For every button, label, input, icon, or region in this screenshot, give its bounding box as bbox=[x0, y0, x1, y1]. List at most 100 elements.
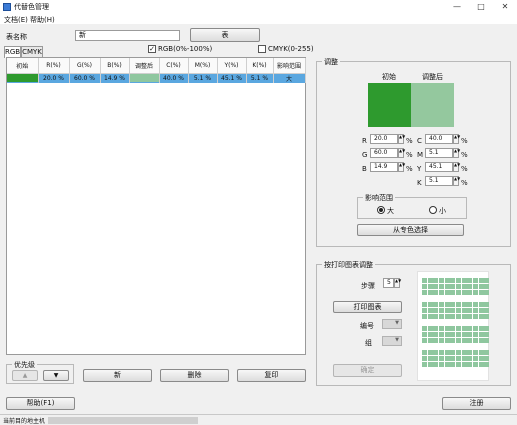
k-field[interactable]: 5.1 bbox=[425, 176, 453, 186]
col-k[interactable]: K(%) bbox=[246, 58, 274, 74]
b-spinner[interactable]: ▲▼ bbox=[398, 162, 405, 172]
chart-swatch bbox=[461, 326, 467, 331]
range-large-radio[interactable] bbox=[377, 206, 385, 214]
close-button[interactable]: ✕ bbox=[493, 1, 517, 13]
chart-swatch bbox=[439, 284, 444, 289]
chart-swatch bbox=[461, 362, 467, 367]
chart-swatch bbox=[444, 338, 450, 343]
tab-cmyk[interactable]: CMYK bbox=[21, 46, 43, 57]
confirm-button[interactable]: 确定 bbox=[333, 364, 402, 377]
chart-swatch bbox=[478, 278, 484, 283]
chart-swatch bbox=[427, 350, 433, 355]
k-spinner[interactable]: ▲▼ bbox=[453, 176, 460, 186]
chart-swatch bbox=[433, 326, 438, 331]
chart-swatch bbox=[456, 350, 461, 355]
col-r[interactable]: R(%) bbox=[38, 58, 70, 74]
c-pct: % bbox=[461, 137, 468, 145]
col-g[interactable]: G(%) bbox=[69, 58, 101, 74]
print-adjust-title: 按打印图表调整 bbox=[322, 260, 375, 270]
copy-button[interactable]: 复印 bbox=[237, 369, 306, 382]
chart-swatch bbox=[444, 290, 450, 295]
row-initial-swatch bbox=[7, 73, 39, 83]
menu-help[interactable]: 帮助(H) bbox=[30, 15, 55, 25]
minimize-button[interactable]: — bbox=[445, 1, 469, 13]
col-b[interactable]: B(%) bbox=[100, 58, 130, 74]
cmyk-checkbox[interactable] bbox=[258, 45, 266, 53]
priority-up-button[interactable]: ▲ bbox=[12, 370, 38, 381]
col-range[interactable]: 影响范围 bbox=[273, 58, 306, 74]
m-spinner[interactable]: ▲▼ bbox=[453, 148, 460, 158]
b-field[interactable]: 14.9 bbox=[370, 162, 398, 172]
chart-swatch bbox=[473, 350, 478, 355]
c-field[interactable]: 40.0 bbox=[425, 134, 453, 144]
m-field[interactable]: 5.1 bbox=[425, 148, 453, 158]
r-spinner[interactable]: ▲▼ bbox=[398, 134, 405, 144]
table-row[interactable]: 20.0 % 60.0 % 14.9 % 40.0 % 5.1 % 45.1 %… bbox=[7, 73, 306, 83]
step-spinner[interactable]: ▲▼ bbox=[394, 278, 401, 288]
print-chart-preview bbox=[417, 271, 489, 381]
chart-swatch bbox=[444, 284, 450, 289]
chart-swatch bbox=[461, 308, 467, 313]
range-small-radio[interactable] bbox=[429, 206, 437, 214]
chart-swatch bbox=[467, 308, 472, 313]
priority-down-button[interactable]: ▼ bbox=[43, 370, 69, 381]
chart-swatch bbox=[427, 338, 433, 343]
chart-swatch bbox=[433, 338, 438, 343]
chart-swatch bbox=[433, 284, 438, 289]
r-field[interactable]: 20.0 bbox=[370, 134, 398, 144]
g-spinner[interactable]: ▲▼ bbox=[398, 148, 405, 158]
new-button[interactable]: 新 bbox=[83, 369, 152, 382]
delete-button[interactable]: 删除 bbox=[160, 369, 229, 382]
c-spinner[interactable]: ▲▼ bbox=[453, 134, 460, 144]
number-combo[interactable]: ▼ bbox=[382, 319, 402, 329]
step-field[interactable]: 5 bbox=[383, 278, 394, 288]
group-combo[interactable]: ▼ bbox=[382, 336, 402, 346]
chart-swatch bbox=[461, 356, 467, 361]
g-field[interactable]: 60.0 bbox=[370, 148, 398, 158]
rgb-checkbox[interactable]: ✓ bbox=[148, 45, 156, 53]
y-spinner[interactable]: ▲▼ bbox=[453, 162, 460, 172]
chart-swatch bbox=[427, 278, 433, 283]
chart-swatch bbox=[473, 290, 478, 295]
chart-swatch bbox=[473, 314, 478, 319]
chart-swatch bbox=[433, 356, 438, 361]
help-button[interactable]: 帮助(F1) bbox=[6, 397, 75, 410]
chart-swatch bbox=[427, 290, 433, 295]
group-label: 组 bbox=[365, 339, 372, 347]
chart-swatch bbox=[473, 338, 478, 343]
chart-swatch bbox=[467, 356, 472, 361]
col-m[interactable]: M(%) bbox=[188, 58, 218, 74]
chart-swatch bbox=[422, 338, 427, 343]
table-name-input[interactable]: 新 bbox=[75, 30, 180, 41]
y-field[interactable]: 45.1 bbox=[425, 162, 453, 172]
chart-swatch bbox=[456, 332, 461, 337]
m-label: M bbox=[417, 151, 424, 159]
chart-swatch bbox=[461, 302, 467, 307]
table-name-label: 表名称 bbox=[6, 33, 27, 41]
chart-swatch bbox=[473, 332, 478, 337]
chart-swatch bbox=[439, 278, 444, 283]
chart-swatch bbox=[467, 338, 472, 343]
spot-color-button[interactable]: 从专色选择 bbox=[357, 224, 464, 236]
chart-swatch bbox=[473, 326, 478, 331]
menu-file[interactable]: 文档(E) bbox=[4, 15, 28, 25]
chart-swatch bbox=[427, 356, 433, 361]
initial-label: 初始 bbox=[382, 73, 396, 81]
col-initial[interactable]: 初始 bbox=[7, 58, 39, 74]
chart-swatch bbox=[433, 278, 438, 283]
chart-swatch bbox=[467, 290, 472, 295]
chart-swatch bbox=[484, 362, 489, 367]
chart-swatch bbox=[461, 332, 467, 337]
print-chart-button[interactable]: 打印图表 bbox=[333, 301, 402, 313]
maximize-button[interactable]: □ bbox=[469, 1, 493, 13]
col-y[interactable]: Y(%) bbox=[217, 58, 247, 74]
b-label: B bbox=[362, 165, 367, 173]
col-adjusted[interactable]: 调整后 bbox=[129, 58, 160, 74]
col-c[interactable]: C(%) bbox=[159, 58, 189, 74]
chart-swatch bbox=[427, 302, 433, 307]
table-button[interactable]: 表 bbox=[190, 28, 260, 42]
g-label: G bbox=[362, 151, 368, 159]
register-button[interactable]: 注册 bbox=[442, 397, 511, 410]
chart-swatch bbox=[467, 350, 472, 355]
chart-swatch bbox=[473, 308, 478, 313]
